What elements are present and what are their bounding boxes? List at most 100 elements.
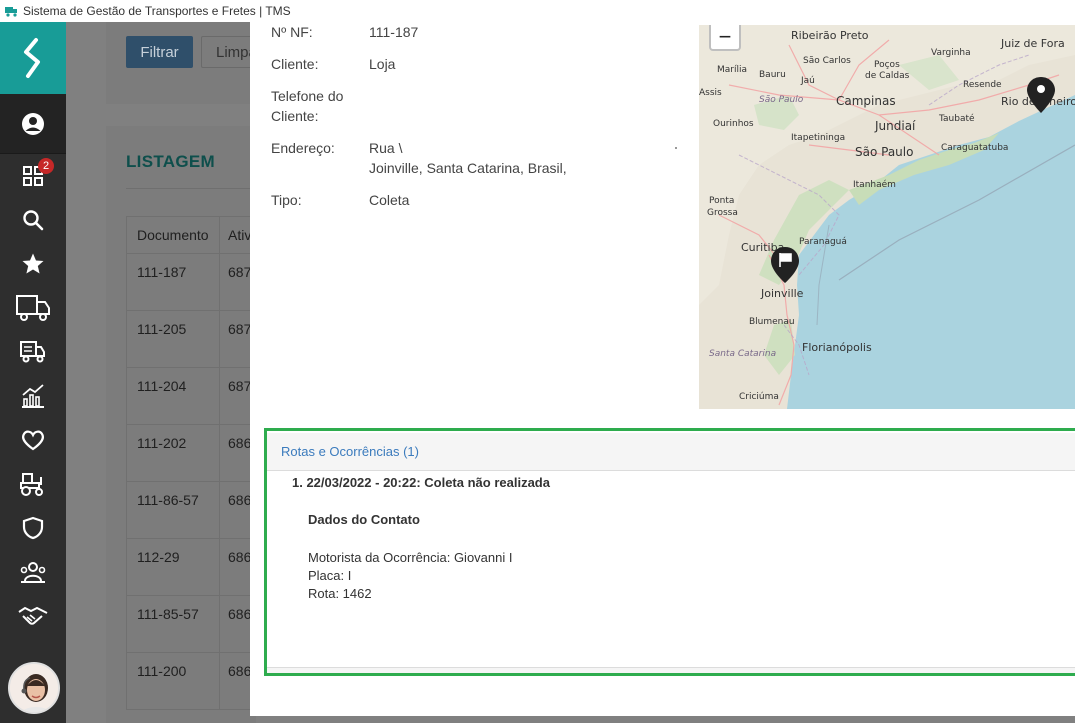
truck-list-icon	[20, 341, 45, 363]
contact-section-title: Dados do Contato	[308, 512, 420, 527]
table-cell: 111-86-57	[126, 482, 220, 538]
map-label: Juiz de Fora	[1000, 37, 1065, 50]
sidebar: 2	[0, 22, 66, 723]
table-row[interactable]: 111-200 686	[126, 653, 256, 710]
detail-value: 111-187	[369, 24, 419, 40]
sidebar-item-team[interactable]	[0, 550, 66, 594]
heart-icon	[22, 430, 44, 451]
table-cell: 111-200	[126, 653, 220, 709]
detail-label: Tipo:	[271, 192, 302, 208]
map-label: São Carlos	[803, 56, 851, 66]
map-label: Paranaguá	[799, 237, 847, 247]
map-label: Santa Catarina	[709, 349, 776, 359]
listing-divider	[126, 188, 256, 189]
map-label: Ribeirão Preto	[791, 29, 869, 42]
sidebar-item-search[interactable]	[0, 198, 66, 242]
map-label: Itapetininga	[791, 133, 845, 143]
table-header-cell: Documento	[126, 217, 220, 253]
sidebar-item-security[interactable]	[0, 506, 66, 550]
app-truck-icon	[5, 7, 17, 17]
detail-value: Rua \ Joinville, Santa Catarina, Brasil,	[369, 138, 691, 178]
detail-value: Coleta	[369, 192, 410, 208]
title-bar: Sistema de Gestão de Transportes e Frete…	[0, 0, 1075, 22]
search-icon	[23, 210, 44, 231]
detail-label: Nº NF:	[271, 24, 313, 40]
filter-button[interactable]: Filtrar	[126, 36, 193, 68]
document-details: Nº NF: 111-187 Cliente: Loja Telefone do…	[271, 22, 691, 222]
map-label: Grossa	[707, 208, 738, 218]
table-cell: 111-85-57	[126, 596, 220, 652]
map-label: Campinas	[836, 94, 896, 108]
occurrences-footer	[267, 667, 1075, 673]
sidebar-item-health[interactable]	[0, 418, 66, 462]
sidebar-nav: 2	[0, 154, 66, 638]
driver-line: Motorista da Ocorrência: Giovanni I	[308, 550, 513, 565]
table-row[interactable]: 112-29 686	[126, 539, 256, 596]
detail-label: Cliente:	[271, 56, 319, 72]
occurrence-detail-modal: Nº NF: 111-187 Cliente: Loja Telefone do…	[250, 22, 1075, 716]
occurrences-panel: Rotas e Ocorrências (1) 1. 22/03/2022 - …	[264, 428, 1075, 676]
detail-value	[369, 86, 691, 126]
listing-title: LISTAGEM	[126, 152, 215, 171]
sidebar-item-partners[interactable]	[0, 594, 66, 638]
map-label: Joinville	[760, 287, 804, 300]
occurrences-header[interactable]: Rotas e Ocorrências (1)	[267, 433, 1075, 471]
truck-icon	[16, 295, 50, 321]
table-cell: 112-29	[126, 539, 220, 595]
sidebar-item-reports[interactable]	[0, 374, 66, 418]
handshake-icon	[18, 606, 48, 625]
map-canvas: Ribeirão Preto Juiz de Fora Marília Baur…	[699, 25, 1075, 409]
address-line-2: Joinville, Santa Catarina, Brasil,	[369, 160, 567, 176]
detail-label: Endereço:	[271, 140, 335, 156]
map-label: Poços	[874, 60, 900, 70]
support-agent-icon	[10, 664, 58, 712]
location-pin-icon	[1037, 85, 1045, 93]
map-label: Assis	[699, 88, 722, 98]
detail-address: Endereço: Rua \ Joinville, Santa Catarin…	[271, 138, 691, 178]
table-row[interactable]: 111-187 687	[126, 254, 256, 311]
user-icon	[22, 112, 44, 135]
map-label: Bauru	[759, 70, 786, 80]
sidebar-item-dashboard[interactable]: 2	[0, 154, 66, 198]
table-row[interactable]: 111-204 687	[126, 368, 256, 425]
window-title: Sistema de Gestão de Transportes e Frete…	[23, 4, 291, 18]
app-logo[interactable]	[0, 22, 66, 94]
star-icon	[22, 253, 44, 274]
route-line: Rota: 1462	[308, 586, 372, 601]
detail-type: Tipo: Coleta	[271, 190, 691, 210]
sidebar-item-vehicles[interactable]	[0, 330, 66, 374]
table-row[interactable]: 111-85-57 686	[126, 596, 256, 653]
notification-badge: 2	[38, 158, 54, 174]
map-label: Criciúma	[739, 392, 779, 402]
shield-icon	[22, 516, 44, 540]
plate-line: Placa: I	[308, 568, 352, 583]
map-label: Varginha	[931, 48, 971, 58]
map-zoom-out-button[interactable]: −	[709, 25, 741, 51]
table-cell: 111-204	[126, 368, 220, 424]
sidebar-item-machinery[interactable]	[0, 462, 66, 506]
team-icon	[20, 562, 46, 583]
map-label: Jundiaí	[874, 119, 916, 133]
map-label: Jaú	[800, 76, 815, 86]
table-row[interactable]: 111-86-57 686	[126, 482, 256, 539]
documents-table: Documento Ativ 111-187 687 111-205 687 1…	[126, 216, 256, 710]
detail-value: Loja	[369, 56, 396, 72]
stray-dot	[675, 147, 677, 149]
map-label: São Paulo	[855, 145, 913, 159]
map-label: de Caldas	[865, 71, 910, 81]
occurrences-body: 1. 22/03/2022 - 20:22: Coleta não realiz…	[267, 475, 1075, 603]
table-row[interactable]: 111-202 686	[126, 425, 256, 482]
logo-icon	[24, 38, 40, 78]
map-label: Marília	[717, 65, 747, 75]
sidebar-item-favorites[interactable]	[0, 242, 66, 286]
map-label: Resende	[963, 80, 1002, 90]
support-avatar[interactable]	[8, 662, 60, 714]
sidebar-item-fleet[interactable]	[0, 286, 66, 330]
table-cell: 111-205	[126, 311, 220, 367]
map-label: Ponta	[709, 196, 734, 206]
table-cell: 111-202	[126, 425, 220, 481]
detail-phone: Telefone do Cliente:	[271, 86, 691, 126]
route-map[interactable]: Ribeirão Preto Juiz de Fora Marília Baur…	[699, 25, 1075, 409]
table-row[interactable]: 111-205 687	[126, 311, 256, 368]
user-profile-button[interactable]	[0, 94, 66, 154]
